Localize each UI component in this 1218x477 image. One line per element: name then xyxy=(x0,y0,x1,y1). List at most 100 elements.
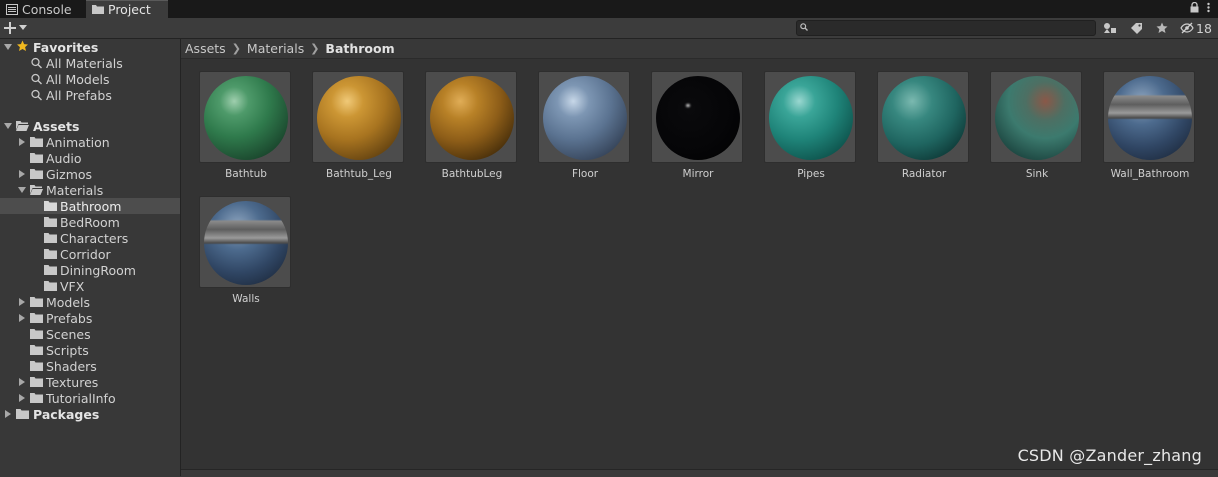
breadcrumb-item-materials[interactable]: Materials xyxy=(247,41,304,56)
tree-item-packages[interactable]: Packages xyxy=(0,406,180,422)
folder-icon xyxy=(30,169,43,179)
tree-item-label: Characters xyxy=(60,230,129,246)
material-asset[interactable]: Mirror xyxy=(633,59,743,180)
tree-item-bathroom[interactable]: Bathroom xyxy=(0,198,180,214)
tree-item-diningroom[interactable]: DiningRoom xyxy=(0,262,180,278)
tree-item-label: All Materials xyxy=(46,55,123,71)
tree-item-characters[interactable]: Characters xyxy=(0,230,180,246)
material-asset[interactable]: BathtubLeg xyxy=(407,59,517,180)
favorites-toggle-button[interactable] xyxy=(1152,20,1172,36)
tree-item-textures[interactable]: Textures xyxy=(0,374,180,390)
folder-icon xyxy=(44,265,57,275)
breadcrumb-item-current[interactable]: Bathroom xyxy=(325,41,394,56)
asset-label: Radiator xyxy=(901,168,947,180)
tree-item-vfx[interactable]: VFX xyxy=(0,278,180,294)
chevron-down-icon xyxy=(19,25,27,30)
material-asset[interactable]: Sink xyxy=(972,59,1082,180)
tab-project[interactable]: Project xyxy=(86,0,168,18)
tab-console[interactable]: Console xyxy=(0,0,84,18)
material-thumbnail xyxy=(990,71,1082,163)
search-icon xyxy=(800,23,808,31)
asset-label: Floor xyxy=(571,168,599,180)
folder-icon xyxy=(30,377,43,387)
eye-slash-icon xyxy=(1180,22,1194,34)
create-asset-button[interactable] xyxy=(4,19,30,37)
tree-item-shaders[interactable]: Shaders xyxy=(0,358,180,374)
tree-item-label: VFX xyxy=(60,278,85,294)
tree-item-models[interactable]: Models xyxy=(0,294,180,310)
tree-item-corridor[interactable]: Corridor xyxy=(0,246,180,262)
tree-item-label: DiningRoom xyxy=(60,262,136,278)
collapsed-arrow-icon[interactable] xyxy=(18,138,26,146)
collapsed-arrow-icon[interactable] xyxy=(18,394,26,402)
tree-item-assets[interactable]: Assets xyxy=(0,118,180,134)
material-thumbnail xyxy=(199,71,291,163)
folder-icon xyxy=(30,137,43,147)
breadcrumb: Assets ❯ Materials ❯ Bathroom xyxy=(181,39,1218,59)
expanded-arrow-icon[interactable] xyxy=(4,122,12,130)
tree-item-label: Bathroom xyxy=(60,198,122,214)
tree-item-audio[interactable]: Audio xyxy=(0,150,180,166)
collapsed-arrow-icon[interactable] xyxy=(4,410,12,418)
tree-item-label: Textures xyxy=(46,374,99,390)
material-asset[interactable]: Wall_Bathroom xyxy=(1085,59,1195,180)
material-asset[interactable]: Walls xyxy=(181,184,291,305)
tree-item-label: Animation xyxy=(46,134,110,150)
search-icon xyxy=(31,89,42,101)
tree-item-favorites[interactable]: Favorites xyxy=(0,39,180,55)
material-asset[interactable]: Bathtub xyxy=(181,59,291,180)
project-folder-tree: Favorites All Materials All Models All P… xyxy=(0,39,181,476)
collapsed-arrow-icon[interactable] xyxy=(18,378,26,386)
search-input[interactable] xyxy=(796,20,1096,36)
tree-item-tutorialinfo[interactable]: TutorialInfo xyxy=(0,390,180,406)
collapsed-arrow-icon[interactable] xyxy=(18,298,26,306)
expanded-arrow-icon[interactable] xyxy=(18,186,26,194)
search-by-type-button[interactable] xyxy=(1100,20,1120,36)
project-toolbar: 18 xyxy=(0,18,1218,39)
folder-icon xyxy=(92,5,104,14)
material-asset[interactable]: Pipes xyxy=(746,59,856,180)
material-thumbnail xyxy=(651,71,743,163)
star-icon xyxy=(17,40,28,51)
breadcrumb-item-assets[interactable]: Assets xyxy=(185,41,226,56)
material-asset[interactable]: Radiator xyxy=(859,59,969,180)
tree-item-label: Corridor xyxy=(60,246,111,262)
tree-item-prefabs[interactable]: Prefabs xyxy=(0,310,180,326)
tab-project-label: Project xyxy=(108,2,151,17)
plus-icon xyxy=(4,22,16,34)
tree-item-animation[interactable]: Animation xyxy=(0,134,180,150)
collapsed-arrow-icon[interactable] xyxy=(18,170,26,178)
asset-label: Bathtub_Leg xyxy=(326,168,392,180)
tree-item-label: Shaders xyxy=(46,358,97,374)
tree-item-label: All Prefabs xyxy=(46,87,112,103)
more-options-icon[interactable] xyxy=(1207,2,1210,13)
tree-item-label: TutorialInfo xyxy=(46,390,116,406)
tree-item-label: Models xyxy=(46,294,91,310)
tree-item-bedroom[interactable]: BedRoom xyxy=(0,214,180,230)
type-filter-icon xyxy=(1104,23,1116,33)
collapsed-arrow-icon[interactable] xyxy=(18,314,26,322)
lock-icon[interactable] xyxy=(1190,2,1199,13)
expanded-arrow-icon[interactable] xyxy=(4,43,12,51)
folder-icon xyxy=(44,233,57,243)
material-thumbnail xyxy=(425,71,517,163)
search-by-label-button[interactable] xyxy=(1126,20,1146,36)
tree-item-scenes[interactable]: Scenes xyxy=(0,326,180,342)
favorite-all-materials[interactable]: All Materials xyxy=(0,55,180,71)
asset-label: Pipes xyxy=(797,168,825,180)
tree-item-gizmos[interactable]: Gizmos xyxy=(0,166,180,182)
tree-item-scripts[interactable]: Scripts xyxy=(0,342,180,358)
folder-icon xyxy=(44,201,57,211)
material-asset[interactable]: Floor xyxy=(520,59,630,180)
label-tag-icon xyxy=(1130,23,1142,34)
folder-icon xyxy=(30,345,43,355)
favorite-all-models[interactable]: All Models xyxy=(0,71,180,87)
material-asset[interactable]: Bathtub_Leg xyxy=(294,59,404,180)
material-thumbnail xyxy=(1103,71,1195,163)
tree-item-materials[interactable]: Materials xyxy=(0,182,180,198)
chevron-right-icon: ❯ xyxy=(231,42,241,55)
hidden-packages-toggle[interactable]: 18 xyxy=(1180,20,1212,36)
asset-label: Sink xyxy=(1025,168,1049,180)
window-controls xyxy=(1190,2,1210,13)
favorite-all-prefabs[interactable]: All Prefabs xyxy=(0,87,180,103)
